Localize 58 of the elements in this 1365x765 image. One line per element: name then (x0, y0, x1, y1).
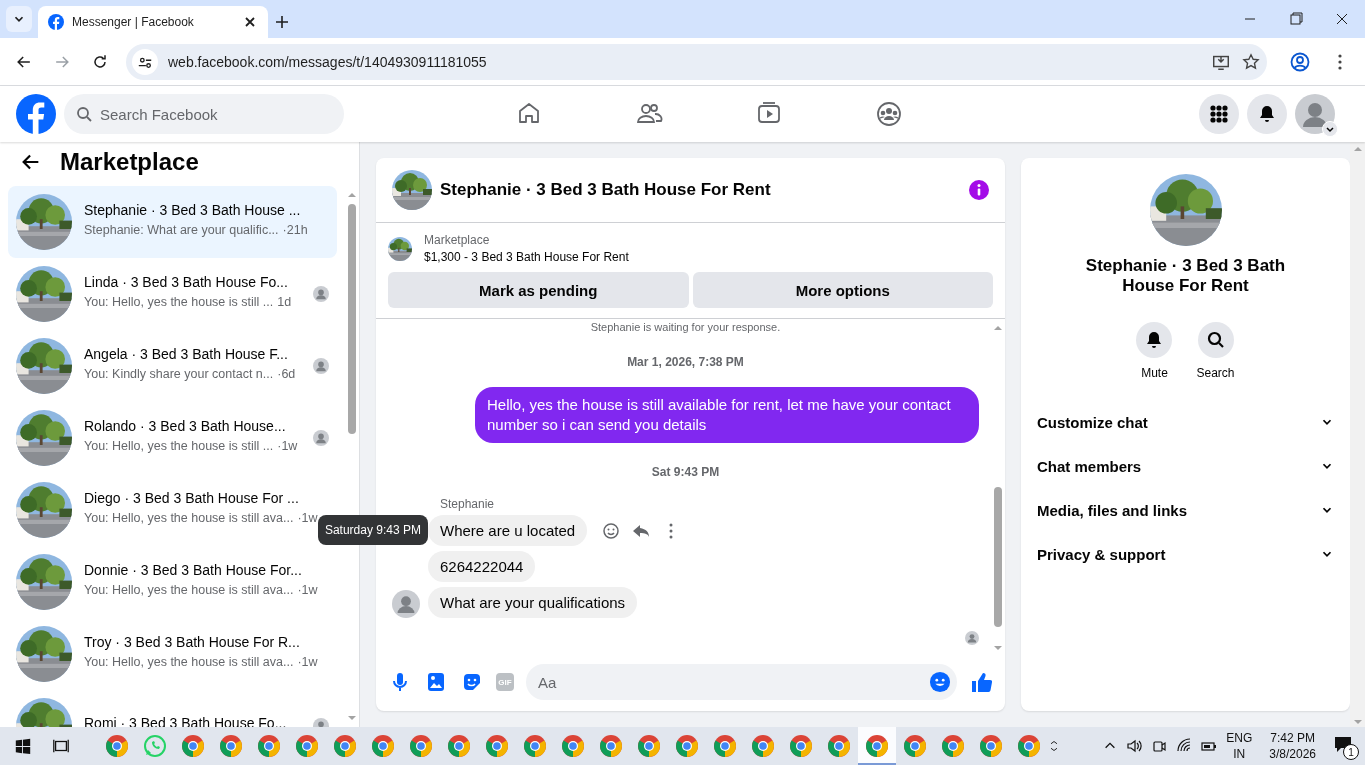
listing-title: $1,300 - 3 Bed 3 Bath House For Rent (424, 250, 629, 264)
conversation-title: Diego · 3 Bed 3 Bath House For ... (84, 488, 300, 507)
message-preview: Stephanie: What are your qualific... (84, 221, 279, 238)
message-bubble: 6264222044 (428, 551, 536, 582)
message-time: 1d (277, 293, 292, 310)
message-preview: You: Hello, yes the house is still ... (84, 293, 274, 310)
listing-source: Marketplace (424, 233, 491, 247)
timestamp: Mar 1, 2026, 7:38 PM (626, 355, 745, 369)
tooltip: Saturday 9:43 PM (317, 515, 428, 545)
tab-title: Messenger | Facebook (72, 15, 195, 29)
conversation-title: Angela · 3 Bed 3 Bath House F... (84, 344, 289, 363)
url-text: web.facebook.com/messages/t/1404930911181055 (168, 53, 488, 70)
page-title: Marketplace (60, 148, 199, 176)
timestamp: Sat 9:43 PM (650, 465, 721, 479)
notification-badge: 1 (1343, 744, 1359, 760)
system-notice: Stephanie is waiting for your response. (589, 321, 782, 333)
message-preview: You: Hello, yes the house is still ava... (84, 581, 294, 598)
message-bubble: Where are u located (428, 515, 588, 546)
message-preview: You: Hello, yes the house is still ... (84, 437, 274, 454)
conversation-item[interactable]: Stephanie · 3 Bed 3 Bath House ... Stephanie: What are your qualific... ·21h (8, 186, 337, 258)
conversation-title: Stephanie · 3 Bed 3 Bath House ... (84, 200, 302, 219)
conversation-title: Troy · 3 Bed 3 Bath House For R... (84, 632, 301, 651)
message-time: ·21h (282, 221, 308, 238)
message-field[interactable]: Aa (526, 664, 957, 700)
section-header[interactable]: Chat members (1021, 444, 1350, 488)
browser-tab[interactable]: Messenger | Facebook (38, 6, 268, 38)
conversation-item[interactable]: Angela · 3 Bed 3 Bath House F... You: Kindly share your contact n... ·6d (8, 330, 337, 402)
language-indicator[interactable]: ENG IN (1226, 730, 1253, 762)
message-time: ·1w (277, 437, 298, 454)
action-button[interactable]: More options (692, 272, 993, 308)
action-label: Search (1196, 366, 1235, 380)
message-time: ·1w (297, 509, 318, 526)
action-label: Mute (1141, 366, 1168, 380)
conversation-item[interactable]: Donnie · 3 Bed 3 Bath House For... You: Hello, yes the house is still ava... ·1w (8, 546, 326, 618)
search-field[interactable]: Search Facebook (64, 94, 344, 134)
conversation-item[interactable]: Rolando · 3 Bed 3 Bath House... You: Hello, yes the house is still ... ·1w (8, 402, 337, 474)
sender-name: Stephanie (440, 497, 496, 511)
conversation-title: Donnie · 3 Bed 3 Bath House For... (84, 560, 303, 579)
message-time: ·1w (297, 581, 318, 598)
message-time: ·6d (277, 365, 296, 382)
conversation-title: Rolando · 3 Bed 3 Bath House... (84, 416, 287, 435)
message-time: ·1w (297, 653, 318, 670)
message-preview: You: Kindly share your contact n... (84, 365, 274, 382)
message-bubble: What are your qualifications (428, 587, 638, 618)
clock[interactable]: 7:42 PM 3/8/2026 (1269, 730, 1316, 762)
section-header[interactable]: Privacy & support (1021, 532, 1350, 576)
section-header[interactable]: Customize chat (1021, 400, 1350, 444)
section-header[interactable]: Media, files and links (1021, 488, 1350, 532)
chat-title: Stephanie · 3 Bed 3 Bath House For Rent (440, 180, 772, 200)
conversation-title: Linda · 3 Bed 3 Bath House Fo... (84, 272, 289, 291)
message-preview: You: Hello, yes the house is still ava... (84, 653, 294, 670)
contact-name: Stephanie · 3 Bed 3 Bath House For Rent (1084, 256, 1287, 296)
address-bar[interactable]: web.facebook.com/messages/t/1404930911181055 (126, 43, 1267, 80)
conversation-item[interactable]: Troy · 3 Bed 3 Bath House For R... You: Hello, yes the house is still ava... ·1w (8, 618, 326, 690)
conversation-item[interactable]: Linda · 3 Bed 3 Bath House Fo... You: Hello, yes the house is still ... 1d (8, 258, 337, 330)
message-preview: You: Hello, yes the house is still ava... (84, 509, 294, 526)
message-bubble: Hello, yes the house is still available for rent, let me have your contact number so i can send you details (475, 387, 979, 443)
action-button[interactable]: Mark as pending (388, 272, 689, 308)
